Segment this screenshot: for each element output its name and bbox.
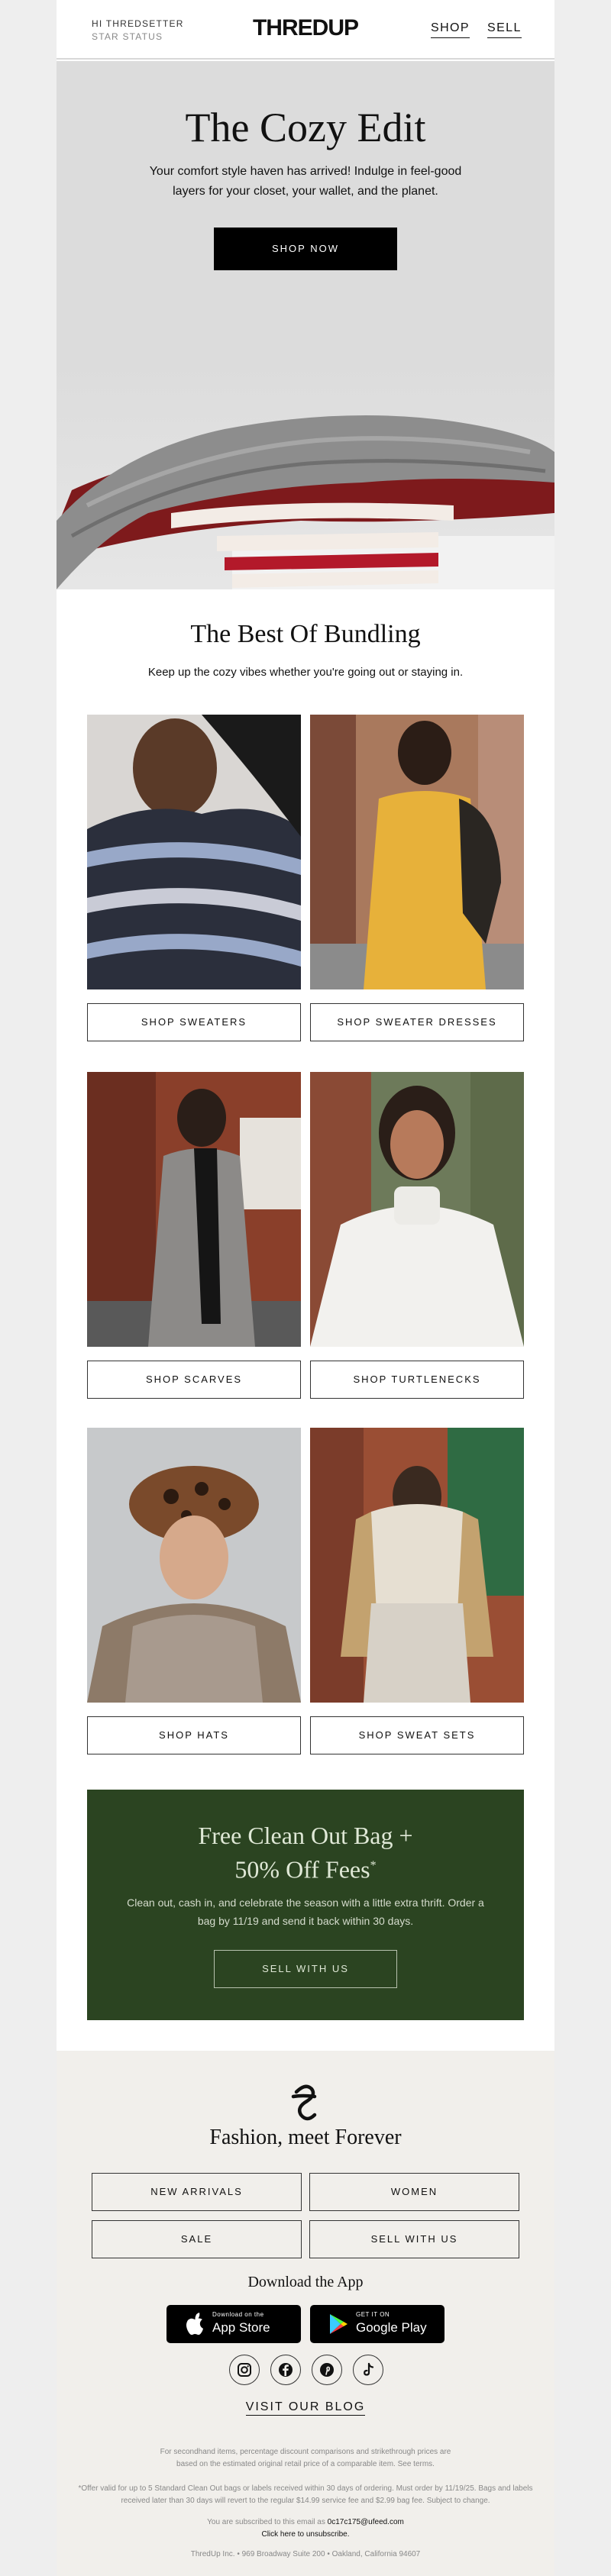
sale-link[interactable]: SALE (92, 2220, 302, 2258)
subscription-notice: You are subscribed to this email as 0c17… (72, 2516, 539, 2529)
shop-now-button[interactable]: SHOP NOW (214, 228, 397, 270)
nav-sell-link[interactable]: SELL (487, 21, 522, 38)
app-store-badge[interactable]: Download on the App Store (166, 2305, 301, 2343)
unsubscribe-link[interactable]: Click here to unsubscribe. (72, 2529, 539, 2541)
google-play-badge[interactable]: GET IT ON Google Play (310, 2305, 445, 2343)
hero-banner[interactable]: The Cozy Edit Your comfort style haven h… (57, 61, 554, 589)
header: HI THREDSETTER STAR STATUS THREDUP SHOP … (57, 0, 554, 60)
hero-body: Your comfort style haven has arrived! In… (149, 165, 462, 198)
tiktok-icon[interactable] (353, 2355, 383, 2385)
shop-scarves-button[interactable]: SHOP SCARVES (87, 1361, 301, 1399)
app-store-small-text: Download on the (212, 2311, 264, 2318)
apple-icon (186, 2313, 203, 2336)
nav-shop-link[interactable]: SHOP (431, 21, 470, 38)
promo-title-line1: Free Clean Out Bag + (198, 1822, 413, 1849)
promo-body: Clean out, cash in, and celebrate the se… (127, 1896, 484, 1927)
turtlenecks-photo[interactable] (310, 1072, 524, 1347)
sweaters-photo[interactable] (87, 715, 301, 989)
visit-blog-link[interactable]: VISIT OUR BLOG (245, 2400, 366, 2416)
folded-sweaters-image (57, 360, 554, 589)
sell-with-us-button[interactable]: SELL WITH US (214, 1950, 397, 1988)
promo-title: Free Clean Out Bag + 50% Off Fees* (87, 1820, 524, 1885)
email-container: HI THREDSETTER STAR STATUS THREDUP SHOP … (57, 0, 554, 2576)
footer: Fashion, meet Forever NEW ARRIVALS WOMEN… (57, 2051, 554, 2576)
footer-tagline: Fashion, meet Forever (209, 2126, 402, 2149)
shop-sweater-dresses-button[interactable]: SHOP SWEATER DRESSES (310, 1003, 524, 1041)
blog-link-wrap: VISIT OUR BLOG (57, 2400, 554, 2416)
hats-photo[interactable] (87, 1428, 301, 1703)
pricing-disclaimer: For secondhand items, percentage discoun… (160, 2448, 451, 2468)
pinterest-icon[interactable] (312, 2355, 342, 2385)
thredup-mark-icon (291, 2084, 317, 2121)
shop-turtlenecks-button[interactable]: SHOP TURTLENECKS (310, 1361, 524, 1399)
app-store-big-text: App Store (212, 2320, 270, 2335)
shop-hats-button[interactable]: SHOP HATS (87, 1716, 301, 1754)
company-address: ThredUp Inc. • 969 Broadway Suite 200 • … (190, 2550, 421, 2558)
facebook-icon[interactable] (270, 2355, 301, 2385)
instagram-icon[interactable] (229, 2355, 260, 2385)
new-arrivals-link[interactable]: NEW ARRIVALS (92, 2173, 302, 2211)
thredup-logo[interactable]: THREDUP (57, 15, 554, 41)
offer-disclaimer: *Offer valid for up to 5 Standard Clean … (78, 2484, 533, 2505)
shop-sweat-sets-button[interactable]: SHOP SWEAT SETS (310, 1716, 524, 1754)
download-app-heading: Download the App (247, 2274, 364, 2290)
scarves-photo[interactable] (87, 1072, 301, 1347)
women-link[interactable]: WOMEN (309, 2173, 519, 2211)
promo-asterisk: * (370, 1859, 377, 1872)
clean-out-promo: Free Clean Out Bag + 50% Off Fees* Clean… (87, 1790, 524, 2020)
sweat-sets-photo[interactable] (310, 1428, 524, 1703)
hero-title: The Cozy Edit (185, 105, 426, 150)
sell-with-us-link[interactable]: SELL WITH US (309, 2220, 519, 2258)
subscribed-prefix: You are subscribed to this email as (207, 2518, 325, 2526)
google-play-icon (330, 2314, 348, 2334)
google-play-small-text: GET IT ON (356, 2311, 390, 2318)
sweater-dresses-photo[interactable] (310, 715, 524, 989)
subscriber-email: 0c17c175@ufeed.com (327, 2518, 404, 2526)
google-play-big-text: Google Play (356, 2320, 427, 2335)
bundling-title: The Best Of Bundling (190, 620, 421, 648)
shop-sweaters-button[interactable]: SHOP SWEATERS (87, 1003, 301, 1041)
promo-title-line2: 50% Off Fees (234, 1855, 370, 1884)
bundling-body: Keep up the cozy vibes whether you're go… (147, 666, 464, 679)
